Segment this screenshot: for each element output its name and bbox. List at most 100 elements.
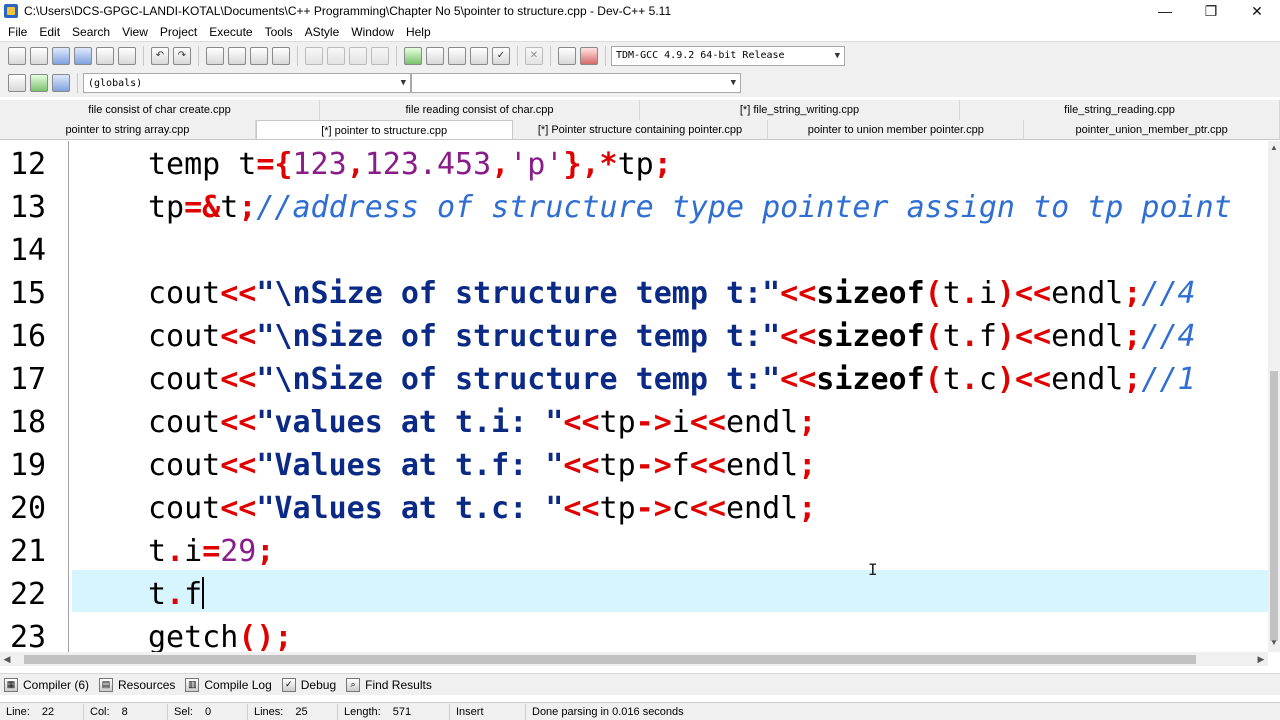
scroll-up-icon[interactable]: ▲ <box>1268 143 1280 155</box>
redo-icon[interactable]: ↷ <box>173 46 191 65</box>
line-number: 21 <box>10 534 47 569</box>
tab-pointer-to-string-array[interactable]: pointer to string array.cpp <box>0 120 256 139</box>
code-line[interactable]: 12 temp t={123,123.453,'p'},*tp; <box>0 144 1268 186</box>
insert-icon[interactable] <box>30 74 48 92</box>
menu-project[interactable]: Project <box>154 25 203 39</box>
tab-file-string-writing[interactable]: [*] file_string_writing.cpp <box>640 100 960 120</box>
menu-tools[interactable]: Tools <box>259 25 299 39</box>
code-line[interactable]: 13 tp=&t;//address of structure type poi… <box>0 187 1268 229</box>
close-button[interactable]: ✕ <box>1234 0 1280 22</box>
horizontal-scroll-thumb[interactable] <box>24 655 1196 664</box>
run-icon[interactable] <box>426 46 444 65</box>
code-line[interactable]: 21 t.i=29; <box>0 531 1268 573</box>
profile-chart-icon[interactable] <box>558 46 576 65</box>
code-line[interactable]: 17 cout<<"\nSize of structure temp t:"<<… <box>0 359 1268 401</box>
code-line[interactable]: 15 cout<<"\nSize of structure temp t:"<<… <box>0 273 1268 315</box>
tab-file-string-reading[interactable]: file_string_reading.cpp <box>960 100 1280 120</box>
tab-compiler[interactable]: ▦ Compiler (6) <box>4 677 89 692</box>
code-text: cout<<"Values at t.f: "<<tp->f<<endl; <box>148 448 817 483</box>
code-line[interactable]: 23 getch(); <box>0 617 1268 652</box>
line-number: 16 <box>10 319 47 354</box>
tab-pointer-structure-containing-pointer[interactable]: [*] Pointer structure containing pointer… <box>513 120 769 139</box>
code-line[interactable]: 16 cout<<"\nSize of structure temp t:"<<… <box>0 316 1268 358</box>
code-line[interactable]: 18 cout<<"values at t.i: "<<tp->i<<endl; <box>0 402 1268 444</box>
goto-line-icon[interactable] <box>272 46 290 65</box>
menu-astyle[interactable]: AStyle <box>299 25 346 39</box>
replace-icon[interactable] <box>228 46 246 65</box>
find-next-icon[interactable] <box>250 46 268 65</box>
print-icon[interactable] <box>118 46 136 65</box>
tab-file-consist-of-char-create[interactable]: file consist of char create.cpp <box>0 100 320 120</box>
tab-resources[interactable]: ▤ Resources <box>99 677 175 692</box>
menu-execute[interactable]: Execute <box>203 25 258 39</box>
code-text: tp=&t;//address of structure type pointe… <box>148 190 1232 225</box>
debug-bug-icon[interactable] <box>580 46 598 65</box>
line-number: 14 <box>10 233 47 268</box>
menu-window[interactable]: Window <box>345 25 400 39</box>
code-line[interactable]: 19 cout<<"Values at t.f: "<<tp->f<<endl; <box>0 445 1268 487</box>
close-file-icon[interactable] <box>96 46 114 65</box>
status-lines: Lines: 25 <box>248 703 338 720</box>
menu-search[interactable]: Search <box>66 25 116 39</box>
find-icon[interactable] <box>206 46 224 65</box>
menu-view[interactable]: View <box>116 25 154 39</box>
line-number: 23 <box>10 620 47 652</box>
scroll-down-icon[interactable]: ▼ <box>1268 638 1280 650</box>
code-editor[interactable]: 12 temp t={123,123.453,'p'},*tp; 13 tp=&… <box>0 141 1268 652</box>
window-title: C:\Users\DCS-GPGC-LANDI-KOTAL\Documents\… <box>24 4 672 18</box>
undo-icon[interactable]: ↶ <box>151 46 169 65</box>
devcpp-app-icon <box>4 4 18 18</box>
tab-pointer-union-member-ptr[interactable]: pointer_union_member_ptr.cpp <box>1024 120 1280 139</box>
tab-pointer-to-union-member-pointer[interactable]: pointer to union member pointer.cpp <box>768 120 1025 139</box>
code-line-current[interactable]: 22 t.f <box>0 574 1268 616</box>
vertical-scrollbar[interactable]: ▲ ▼ <box>1268 141 1280 652</box>
vertical-scroll-thumb[interactable] <box>1270 371 1278 641</box>
tab-debug[interactable]: ✓ Debug <box>281 677 336 692</box>
compile-run-icon[interactable] <box>448 46 466 65</box>
maximize-button[interactable]: ❐ <box>1188 0 1234 22</box>
check-syntax-icon[interactable]: ✓ <box>492 46 510 65</box>
bookmark-icon[interactable] <box>371 46 389 65</box>
class-browser-icon[interactable] <box>8 74 26 92</box>
menu-edit[interactable]: Edit <box>33 25 66 39</box>
goto-declaration-icon[interactable] <box>52 74 70 92</box>
line-number: 12 <box>10 147 47 182</box>
code-text: cout<<"\nSize of structure temp t:"<<siz… <box>148 319 1196 354</box>
minimize-button[interactable]: — <box>1142 0 1188 22</box>
toggle-comment-icon[interactable] <box>349 46 367 65</box>
toolbar-separator <box>605 45 606 66</box>
tab-find-results[interactable]: ⌕ Find Results <box>346 677 432 692</box>
tab-pointer-to-structure[interactable]: [*] pointer to structure.cpp <box>255 120 513 139</box>
code-text: getch(); <box>148 620 293 652</box>
save-icon[interactable] <box>52 46 70 65</box>
new-file-icon[interactable] <box>8 46 26 65</box>
tab-file-reading-consist-of-char[interactable]: file reading consist of char.cpp <box>320 100 640 120</box>
unindent-icon[interactable] <box>327 46 345 65</box>
compiler-select-value: TDM-GCC 4.9.2 64-bit Release <box>616 50 785 61</box>
scope-select[interactable]: (globals) ▼ <box>83 73 411 93</box>
scroll-left-icon[interactable]: ◀ <box>0 652 14 666</box>
horizontal-scrollbar[interactable]: ◀ ▶ <box>0 652 1268 666</box>
open-file-icon[interactable] <box>30 46 48 65</box>
menu-help[interactable]: Help <box>400 25 437 39</box>
status-bar: Line: 22 Col: 8 Sel: 0 Lines: 25 Length: 571 … <box>0 702 1280 720</box>
code-text: temp t={123,123.453,'p'},*tp; <box>148 147 672 182</box>
compile-icon[interactable] <box>404 46 422 65</box>
indent-icon[interactable] <box>305 46 323 65</box>
line-number: 19 <box>10 448 47 483</box>
code-line[interactable]: 14 <box>0 230 1268 272</box>
code-text: cout<<"Values at t.c: "<<tp->c<<endl; <box>148 491 817 526</box>
function-select[interactable]: ▼ <box>411 73 741 93</box>
toolbar-separator <box>550 45 551 66</box>
line-number: 15 <box>10 276 47 311</box>
tab-compile-log[interactable]: ▥ Compile Log <box>185 677 272 692</box>
code-text: cout<<"values at t.i: "<<tp->i<<endl; <box>148 405 817 440</box>
save-all-icon[interactable] <box>74 46 92 65</box>
menu-file[interactable]: File <box>2 25 33 39</box>
compiler-select[interactable]: TDM-GCC 4.9.2 64-bit Release ▼ <box>611 45 845 66</box>
code-line[interactable]: 20 cout<<"Values at t.c: "<<tp->c<<endl; <box>0 488 1268 530</box>
stop-execution-icon[interactable]: ✕ <box>525 46 543 65</box>
scroll-right-icon[interactable]: ▶ <box>1254 652 1268 666</box>
find-results-icon: ⌕ <box>346 677 361 692</box>
rebuild-icon[interactable] <box>470 46 488 65</box>
